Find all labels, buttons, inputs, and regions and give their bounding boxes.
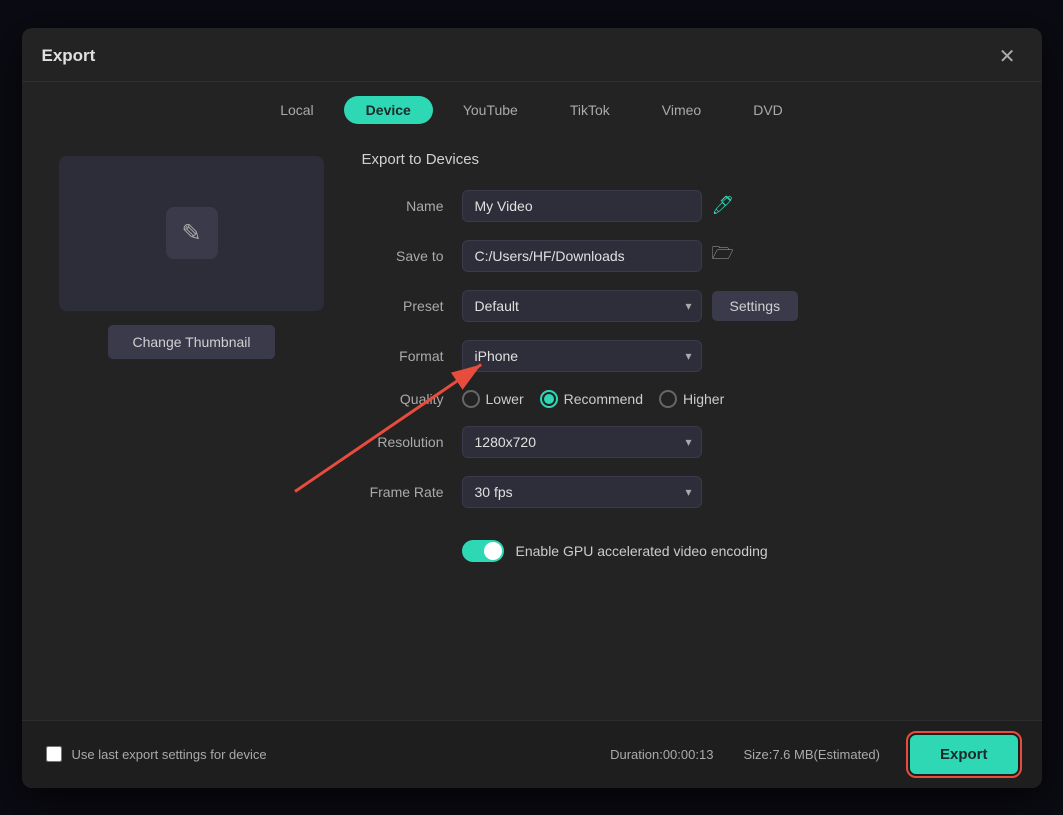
format-label: Format xyxy=(362,348,462,364)
resolution-row: Resolution 1280x720 ▾ xyxy=(362,426,1022,458)
quality-recommend[interactable]: Recommend xyxy=(540,390,643,408)
saveto-label: Save to xyxy=(362,248,462,264)
framerate-select[interactable]: 30 fps xyxy=(462,476,702,508)
last-settings-label: Use last export settings for device xyxy=(72,747,267,762)
tab-vimeo[interactable]: Vimeo xyxy=(640,96,723,124)
name-row: Name 🖊 xyxy=(362,190,1022,222)
footer-right: Duration:00:00:13 Size:7.6 MB(Estimated)… xyxy=(610,735,1017,774)
resolution-select[interactable]: 1280x720 xyxy=(462,426,702,458)
tab-tiktok[interactable]: TikTok xyxy=(548,96,632,124)
resolution-select-wrap: 1280x720 ▾ xyxy=(462,426,702,458)
gpu-toggle-row: Enable GPU accelerated video encoding xyxy=(462,526,1022,562)
thumbnail-box: ✎ xyxy=(59,156,324,311)
settings-button[interactable]: Settings xyxy=(712,291,799,321)
toggle-knob xyxy=(484,542,502,560)
radio-recommend-inner xyxy=(544,394,554,404)
saveto-row: Save to 🗁 xyxy=(362,240,1022,272)
radio-higher xyxy=(659,390,677,408)
tabs-bar: Local Device YouTube TikTok Vimeo DVD xyxy=(22,82,1042,136)
tab-device[interactable]: Device xyxy=(344,96,433,124)
export-heading: Export to Devices xyxy=(362,151,1022,168)
last-settings-checkbox[interactable] xyxy=(46,746,62,762)
quality-recommend-label: Recommend xyxy=(564,391,643,407)
radio-lower xyxy=(462,390,480,408)
name-label: Name xyxy=(362,198,462,214)
format-select-wrap: iPhone ▾ xyxy=(462,340,702,372)
quality-label: Quality xyxy=(362,391,462,407)
right-panel: Export to Devices Name 🖊 Save to 🗁 xyxy=(362,146,1022,700)
preset-select[interactable]: Default xyxy=(462,290,702,322)
framerate-select-wrap: 30 fps ▾ xyxy=(462,476,702,508)
dialog-title: Export xyxy=(42,46,96,66)
duration-info: Duration:00:00:13 xyxy=(610,747,713,762)
dialog-footer: Use last export settings for device Dura… xyxy=(22,720,1042,788)
tab-dvd[interactable]: DVD xyxy=(731,96,805,124)
resolution-label: Resolution xyxy=(362,434,462,450)
change-thumbnail-button[interactable]: Change Thumbnail xyxy=(108,325,274,359)
size-info: Size:7.6 MB(Estimated) xyxy=(743,747,880,762)
quality-higher-label: Higher xyxy=(683,391,724,407)
saveto-input[interactable] xyxy=(462,240,702,272)
format-row: Format iPhone ▾ xyxy=(362,340,1022,372)
export-button[interactable]: Export xyxy=(910,735,1018,774)
export-dialog: Export ✕ Local Device YouTube TikTok Vim… xyxy=(22,28,1042,788)
quality-options: Lower Recommend Higher xyxy=(462,390,725,408)
gpu-label: Enable GPU accelerated video encoding xyxy=(516,543,768,559)
titlebar: Export ✕ xyxy=(22,28,1042,82)
quality-row: Quality Lower Recommend xyxy=(362,390,1022,408)
format-select[interactable]: iPhone xyxy=(462,340,702,372)
tab-youtube[interactable]: YouTube xyxy=(441,96,540,124)
quality-lower-label: Lower xyxy=(486,391,524,407)
quality-lower[interactable]: Lower xyxy=(462,390,524,408)
preset-row: Preset Default ▾ Settings xyxy=(362,290,1022,322)
framerate-label: Frame Rate xyxy=(362,484,462,500)
dialog-overlay: Export ✕ Local Device YouTube TikTok Vim… xyxy=(0,0,1063,815)
preset-select-wrap: Default ▾ xyxy=(462,290,702,322)
framerate-row: Frame Rate 30 fps ▾ xyxy=(362,476,1022,508)
tab-local[interactable]: Local xyxy=(258,96,335,124)
ai-icon[interactable]: 🖊 xyxy=(712,195,735,216)
gpu-toggle[interactable] xyxy=(462,540,504,562)
footer-left: Use last export settings for device xyxy=(46,746,267,762)
left-panel: ✎ Change Thumbnail xyxy=(42,146,342,700)
quality-higher[interactable]: Higher xyxy=(659,390,724,408)
close-button[interactable]: ✕ xyxy=(993,42,1022,71)
dialog-body: ✎ Change Thumbnail Export to Devices Nam… xyxy=(22,136,1042,720)
radio-recommend xyxy=(540,390,558,408)
preset-label: Preset xyxy=(362,298,462,314)
thumbnail-icon: ✎ xyxy=(166,207,218,259)
folder-icon[interactable]: 🗁 xyxy=(712,241,734,271)
name-input[interactable] xyxy=(462,190,702,222)
dialog-inner: ✎ Change Thumbnail Export to Devices Nam… xyxy=(22,136,1042,720)
